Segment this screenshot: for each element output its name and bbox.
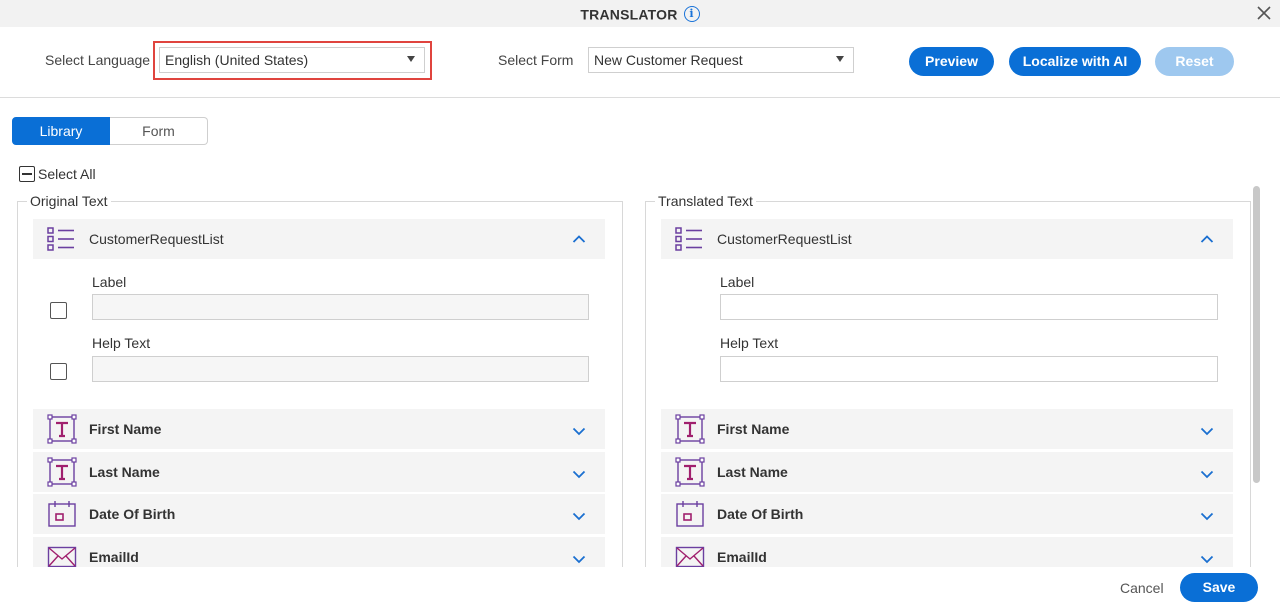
preview-button[interactable]: Preview	[909, 47, 994, 76]
chevron-down-icon[interactable]	[572, 511, 586, 521]
row-name: Date Of Birth	[89, 506, 176, 522]
translated-row-emailid[interactable]: EmailId	[661, 537, 1233, 568]
translated-help-text-input[interactable]	[720, 356, 1218, 382]
chevron-up-icon[interactable]	[572, 234, 586, 244]
translated-row-date-of-birth[interactable]: Date Of Birth	[661, 494, 1233, 534]
reset-button[interactable]: Reset	[1155, 47, 1234, 76]
group-name: CustomerRequestList	[717, 231, 852, 247]
info-icon[interactable]: i	[683, 6, 700, 23]
chevron-up-icon[interactable]	[1200, 234, 1214, 244]
email-icon	[675, 546, 705, 568]
group-header-customerrequestlist[interactable]: CustomerRequestList	[33, 219, 605, 259]
caret-down-icon	[836, 56, 844, 62]
toolbar: Select Language English (United States) …	[0, 27, 1280, 98]
chevron-down-icon[interactable]	[1200, 426, 1214, 436]
text-field-icon	[47, 457, 77, 487]
row-date-of-birth[interactable]: Date Of Birth	[33, 494, 605, 534]
translated-help-text-field-label: Help Text	[720, 335, 779, 351]
original-help-text-input	[92, 356, 589, 382]
help-text-checkbox[interactable]	[50, 363, 67, 380]
localize-with-ai-button[interactable]: Localize with AI	[1009, 47, 1141, 76]
chevron-down-icon[interactable]	[1200, 469, 1214, 479]
select-language-label: Select Language	[45, 52, 151, 68]
label-checkbox[interactable]	[50, 302, 67, 319]
row-first-name[interactable]: First Name	[33, 409, 605, 449]
chevron-down-icon[interactable]	[572, 469, 586, 479]
select-all-checkbox[interactable]	[19, 166, 35, 183]
chevron-down-icon[interactable]	[572, 426, 586, 436]
row-name: First Name	[89, 421, 162, 437]
text-field-icon	[47, 414, 77, 444]
translated-label-field-label: Label	[720, 274, 755, 290]
select-all[interactable]: Select All	[19, 165, 96, 183]
translated-row-first-name[interactable]: First Name	[661, 409, 1233, 449]
list-icon	[675, 227, 702, 251]
row-name: EmailId	[717, 549, 767, 565]
email-icon	[47, 546, 77, 568]
tab-library[interactable]: Library	[12, 117, 110, 145]
form-select[interactable]: New Customer Request	[588, 47, 854, 73]
title-bar: TRANSLATOR i	[0, 0, 1280, 27]
language-select-value: English (United States)	[165, 52, 309, 68]
translated-label-input[interactable]	[720, 294, 1218, 320]
original-text-legend: Original Text	[27, 193, 111, 209]
close-icon[interactable]	[1254, 3, 1274, 23]
tab-form[interactable]: Form	[110, 117, 208, 145]
row-emailid[interactable]: EmailId	[33, 537, 605, 568]
original-label-input	[92, 294, 589, 320]
chevron-down-icon[interactable]	[1200, 511, 1214, 521]
dialog-title-text: TRANSLATOR	[580, 6, 678, 23]
select-form-label: Select Form	[498, 52, 574, 68]
select-all-label: Select All	[38, 166, 96, 183]
cancel-button[interactable]: Cancel	[1120, 580, 1164, 596]
chevron-down-icon[interactable]	[1200, 554, 1214, 564]
chevron-down-icon[interactable]	[572, 554, 586, 564]
language-select[interactable]: English (United States)	[159, 47, 425, 73]
group-name: CustomerRequestList	[89, 231, 224, 247]
text-field-icon	[675, 414, 705, 444]
calendar-icon	[676, 501, 704, 527]
row-name: Last Name	[89, 464, 160, 480]
translated-text-legend: Translated Text	[655, 193, 756, 209]
form-select-value: New Customer Request	[594, 52, 743, 68]
vertical-scrollbar[interactable]	[1253, 186, 1260, 483]
save-button[interactable]: Save	[1180, 573, 1258, 602]
help-text-field-label: Help Text	[92, 335, 151, 351]
dialog-title: TRANSLATOR i	[0, 5, 1280, 23]
calendar-icon	[48, 501, 76, 527]
text-field-icon	[675, 457, 705, 487]
row-name: Date Of Birth	[717, 506, 804, 522]
label-field-label: Label	[92, 274, 127, 290]
row-last-name[interactable]: Last Name	[33, 452, 605, 492]
row-name: EmailId	[89, 549, 139, 565]
footer	[0, 567, 1280, 613]
list-icon	[47, 227, 74, 251]
row-name: Last Name	[717, 464, 788, 480]
translated-group-header-customerrequestlist[interactable]: CustomerRequestList	[661, 219, 1233, 259]
caret-down-icon	[407, 56, 415, 62]
translated-row-last-name[interactable]: Last Name	[661, 452, 1233, 492]
row-name: First Name	[717, 421, 790, 437]
